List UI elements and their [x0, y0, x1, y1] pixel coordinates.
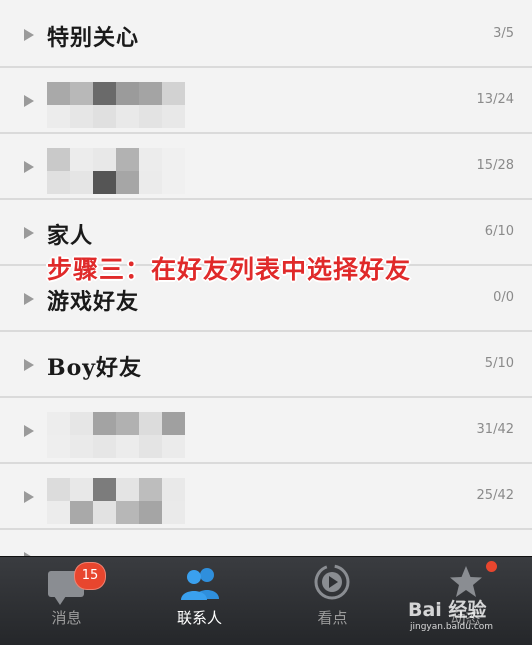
blurred-group-name [47, 148, 185, 194]
expand-arrow-icon [24, 161, 34, 173]
expand-arrow-icon [24, 491, 34, 503]
group-count: 3/5 [493, 26, 514, 41]
group-row-blurred-1[interactable]: 13/24 [0, 68, 532, 134]
blurred-group-name [47, 82, 185, 128]
expand-arrow-icon [24, 293, 34, 305]
group-count: 0/0 [493, 290, 514, 305]
tab-contacts[interactable]: 联系人 [133, 557, 266, 645]
group-count: 31/42 [476, 422, 514, 437]
notification-dot [486, 561, 497, 572]
expand-arrow-icon [24, 227, 34, 239]
group-row-blurred-3[interactable]: 31/42 [0, 398, 532, 464]
watermark-brand: Bai 经验 [408, 599, 487, 621]
group-row-blurred-2[interactable]: 15/28 [0, 134, 532, 200]
group-row-blurred-4[interactable]: 25/42 [0, 464, 532, 530]
expand-arrow-icon [24, 359, 34, 371]
group-count: 25/42 [476, 488, 514, 503]
unread-badge: 15 [74, 562, 106, 590]
group-count: 6/10 [484, 224, 514, 239]
contacts-icon [181, 568, 219, 600]
group-row-boy-friends[interactable]: Boy好友 5/10 [0, 332, 532, 398]
expand-arrow-icon [24, 95, 34, 107]
watermark-site: jingyan.baidu.com [410, 622, 494, 632]
group-name: 家人 [47, 223, 94, 249]
group-row-partial[interactable] [0, 530, 532, 556]
expand-arrow-icon [24, 29, 34, 41]
play-circle-icon [314, 564, 350, 600]
baidu-jingyan-watermark: Bai 经验 jingyan.baidu.com [408, 595, 493, 632]
group-row-special-care[interactable]: 特别关心 3/5 [0, 2, 532, 68]
tab-label: 联系人 [176, 609, 222, 627]
tab-label: 消息 [51, 609, 82, 627]
expand-arrow-icon [24, 425, 34, 437]
group-name: 游戏好友 [47, 289, 140, 315]
group-name: 特别关心 [47, 25, 140, 51]
blurred-group-name [47, 412, 185, 458]
group-name: Boy好友 [47, 355, 143, 381]
tab-label: 看点 [317, 609, 348, 627]
group-count: 13/24 [476, 92, 514, 107]
group-count: 5/10 [484, 356, 514, 371]
group-count: 15/28 [476, 158, 514, 173]
blurred-group-name [47, 478, 185, 524]
tab-messages[interactable]: 15 消息 [0, 557, 133, 645]
tutorial-step-caption: 步骤三：在好友列表中选择好友 [47, 255, 412, 284]
tab-discover[interactable]: 看点 [266, 557, 399, 645]
